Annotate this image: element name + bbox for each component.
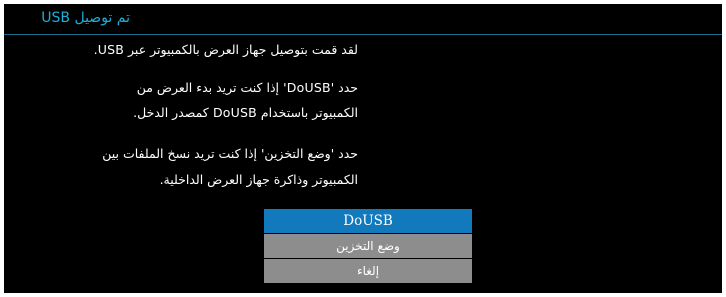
message-line-5: الكمبيوتر وذاكرة جهاز العرض الداخلية. [159,172,358,187]
message-line-3: الكمبيوتر باستخدام DoUSB كمصدر الدخل. [133,105,358,120]
message-line-2: حدد 'DoUSB' إذا كنت تريد بدء العرض من [136,80,358,95]
cancel-option[interactable]: إلغاء [264,259,472,283]
message-line-1: لقد قمت بتوصيل جهاز العرض بالكمبيوتر عبر… [93,42,358,57]
message-line-4: حدد 'وضع التخزين' إذا كنت تريد نسخ الملف… [102,146,358,161]
title-divider [4,34,722,35]
dousb-option[interactable]: DoUSB [264,209,472,233]
storage-mode-option[interactable]: وضع التخزين [264,234,472,258]
dialog-title: تم توصيل USB [41,10,130,26]
options-menu: DoUSB وضع التخزين إلغاء [264,209,472,288]
usb-connected-dialog: تم توصيل USB لقد قمت بتوصيل جهاز العرض ب… [4,4,722,293]
